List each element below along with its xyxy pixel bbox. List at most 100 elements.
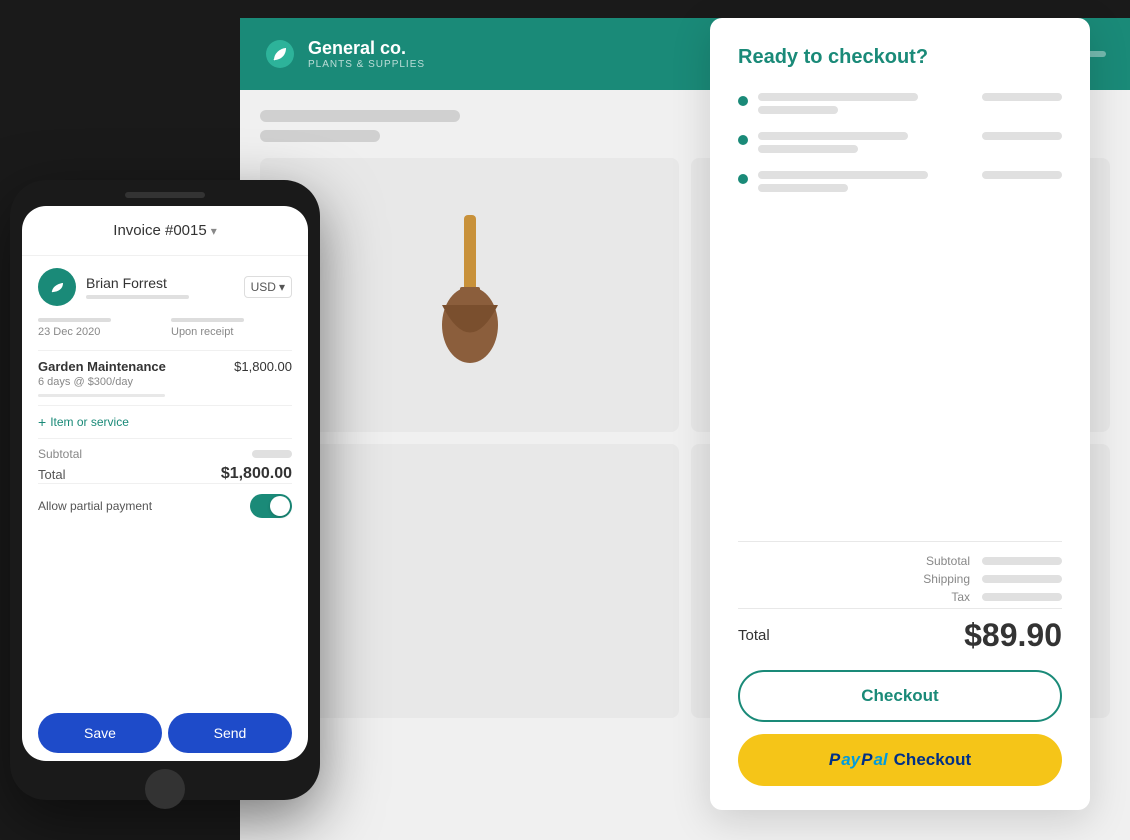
- checkout-button[interactable]: Checkout: [738, 670, 1062, 722]
- checkout-tax-val: [982, 593, 1062, 601]
- divider-2: [38, 405, 292, 406]
- paypal-p1b: P: [861, 750, 872, 770]
- checkout-total-label: Total: [738, 627, 770, 644]
- divider-1: [38, 350, 292, 351]
- phone-home-button[interactable]: [145, 769, 185, 809]
- phone-mockup: Invoice #0015 ▾ Brian Forrest US: [10, 180, 320, 800]
- subtotal-label: Subtotal: [38, 447, 82, 461]
- invoice-body: Brian Forrest USD ▾ 23 Dec 2020 Upon rec…: [22, 256, 308, 705]
- leaf-avatar-icon: [47, 277, 67, 297]
- client-info: Brian Forrest: [86, 275, 234, 299]
- checkout-item-1: [738, 93, 1062, 114]
- invoice-header: Invoice #0015 ▾: [22, 206, 308, 256]
- phone-notch: [125, 192, 205, 198]
- checkout-modal: Ready to checkout?: [710, 18, 1090, 810]
- checkout-item-3-row: [758, 171, 1062, 179]
- phone-buttons: Save Send: [22, 705, 308, 761]
- checkout-items: [738, 93, 1062, 541]
- checkout-totals: Subtotal Shipping Tax Total $89.90: [738, 541, 1062, 654]
- date-from-field: 23 Dec 2020: [38, 318, 159, 338]
- line-item-bar: [38, 394, 165, 397]
- add-plus-icon: +: [38, 414, 46, 430]
- add-item-label: Item or service: [50, 415, 129, 429]
- checkout-item-2-name: [758, 132, 908, 140]
- paypal-checkout-label: Checkout: [894, 750, 971, 770]
- checkout-item-3-price: [982, 171, 1062, 179]
- company-info: General co. PLANTS & SUPPLIES: [308, 38, 425, 70]
- checkout-shipping-label: Shipping: [923, 572, 970, 586]
- line-item-desc: 6 days @ $300/day: [38, 376, 292, 388]
- checkout-item-2-sub: [758, 145, 858, 153]
- checkout-dot-3: [738, 174, 748, 184]
- line-item-name: Garden Maintenance: [38, 359, 166, 374]
- subtotal-row: Subtotal: [38, 447, 292, 461]
- paypal-checkout-button[interactable]: PayPal Checkout: [738, 734, 1062, 786]
- currency-chevron-icon: ▾: [279, 280, 285, 294]
- send-button[interactable]: Send: [168, 713, 292, 753]
- checkout-item-3-name: [758, 171, 928, 179]
- company-sub: PLANTS & SUPPLIES: [308, 59, 425, 70]
- checkout-dot-2: [738, 135, 748, 145]
- client-bar: [86, 295, 189, 299]
- currency-label: USD: [251, 280, 276, 294]
- grid-cell-3: [260, 444, 679, 718]
- checkout-item-1-sub: [758, 106, 838, 114]
- grid-cell-1: [260, 158, 679, 432]
- total-label: Total: [38, 467, 65, 482]
- checkout-title: Ready to checkout?: [738, 46, 1062, 69]
- checkout-item-3-sub: [758, 184, 848, 192]
- date-due-label-bar: [171, 318, 244, 322]
- phone-screen: Invoice #0015 ▾ Brian Forrest US: [22, 206, 308, 761]
- logo-icon: [264, 38, 296, 70]
- client-row: Brian Forrest USD ▾: [38, 268, 292, 306]
- date-from-value: 23 Dec 2020: [38, 326, 159, 338]
- subtotal-bar: [252, 450, 292, 458]
- invoice-title: Invoice #0015: [113, 222, 206, 239]
- avatar: [38, 268, 76, 306]
- checkout-subtotal-val: [982, 557, 1062, 565]
- client-name: Brian Forrest: [86, 275, 234, 291]
- checkout-shipping-val: [982, 575, 1062, 583]
- checkout-item-2-price: [982, 132, 1062, 140]
- paypal-p2b: al: [873, 750, 887, 770]
- checkout-item-1-price: [982, 93, 1062, 101]
- checkout-shipping-row: Shipping: [738, 572, 1062, 586]
- shovel-icon: [420, 215, 520, 375]
- dates-row: 23 Dec 2020 Upon receipt: [38, 318, 292, 338]
- checkout-tax-label: Tax: [951, 590, 970, 604]
- currency-badge[interactable]: USD ▾: [244, 276, 292, 298]
- add-item-row[interactable]: + Item or service: [38, 414, 292, 430]
- line-item: Garden Maintenance $1,800.00 6 days @ $3…: [38, 359, 292, 397]
- checkout-total-amount: $89.90: [964, 617, 1062, 654]
- checkout-subtotal-label: Subtotal: [926, 554, 970, 568]
- checkout-item-1-name: [758, 93, 918, 101]
- paypal-p1: P: [829, 750, 840, 770]
- checkout-item-2: [738, 132, 1062, 153]
- checkout-item-1-lines: [758, 93, 1062, 114]
- save-button[interactable]: Save: [38, 713, 162, 753]
- paypal-icon: PayPal: [829, 750, 888, 770]
- partial-payment-toggle[interactable]: [250, 494, 292, 518]
- divider-3: [38, 438, 292, 439]
- checkout-dot-1: [738, 96, 748, 106]
- paypal-p2: ay: [841, 750, 860, 770]
- partial-payment-row: Allow partial payment: [38, 483, 292, 528]
- line-item-row: Garden Maintenance $1,800.00: [38, 359, 292, 374]
- company-name: General co.: [308, 38, 425, 59]
- checkout-item-2-row: [758, 132, 1062, 140]
- total-row: Total $1,800.00: [38, 465, 292, 483]
- checkout-item-3-lines: [758, 171, 1062, 192]
- partial-payment-label: Allow partial payment: [38, 499, 152, 513]
- checkout-item-3: [738, 171, 1062, 192]
- checkout-item-1-row: [758, 93, 1062, 101]
- date-due-field: Upon receipt: [171, 318, 292, 338]
- checkout-item-2-lines: [758, 132, 1062, 153]
- line-item-price: $1,800.00: [234, 359, 292, 374]
- date-due-value: Upon receipt: [171, 326, 292, 338]
- date-from-label-bar: [38, 318, 111, 322]
- checkout-total-row: Total $89.90: [738, 608, 1062, 654]
- invoice-chevron-icon: ▾: [211, 224, 217, 238]
- placeholder-bar-1: [260, 110, 460, 122]
- checkout-subtotal-row: Subtotal: [738, 554, 1062, 568]
- total-amount: $1,800.00: [221, 465, 292, 483]
